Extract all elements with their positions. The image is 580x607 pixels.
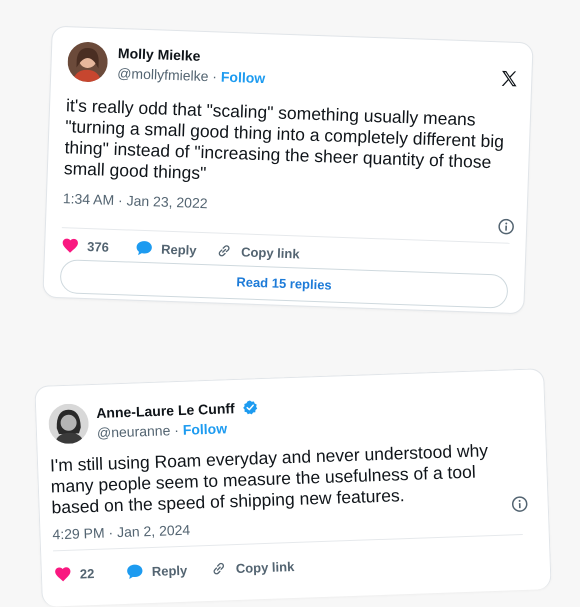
tweet-card-anne-laure: Anne-Laure Le Cunff @neuranne · Follow I… <box>34 368 552 607</box>
reply-bubble-icon <box>127 564 143 580</box>
info-icon[interactable] <box>511 496 528 513</box>
like-button[interactable]: 22 <box>54 565 95 582</box>
follow-button[interactable]: Follow <box>221 69 266 87</box>
x-logo-icon[interactable] <box>499 68 520 89</box>
author-name-row: Anne-Laure Le Cunff <box>96 399 259 424</box>
like-count: 376 <box>86 238 110 255</box>
avatar[interactable] <box>47 403 90 445</box>
tweet-text: it's really odd that "scaling" something… <box>64 95 527 195</box>
reply-button[interactable]: Reply <box>126 562 188 580</box>
author-name[interactable]: Anne-Laure Le Cunff <box>96 400 235 421</box>
heart-icon <box>55 567 71 582</box>
copy-link-label: Copy link <box>235 558 295 576</box>
copy-link-button[interactable]: Copy link <box>215 243 300 262</box>
author-name[interactable]: Molly Mielke <box>118 45 201 64</box>
tweet-card-molly: Molly Mielke @mollyfmielke · Follow it's… <box>42 25 534 315</box>
like-button[interactable]: 376 <box>61 237 109 255</box>
handle-row: @neuranne · Follow <box>97 420 228 441</box>
avatar[interactable] <box>66 41 109 83</box>
reply-label: Reply <box>151 562 188 579</box>
reply-button[interactable]: Reply <box>135 240 197 258</box>
tweet-text: I'm still using Roam everyday and never … <box>50 438 542 518</box>
divider <box>61 227 510 244</box>
timestamp[interactable]: 1:34 AM · Jan 23, 2022 <box>63 190 208 211</box>
copy-link-label: Copy link <box>240 243 300 261</box>
timestamp[interactable]: 4:29 PM · Jan 2, 2024 <box>52 522 190 543</box>
handle-row: @mollyfmielke · Follow <box>117 65 265 86</box>
reply-bubble-icon <box>136 241 152 256</box>
link-icon <box>218 245 230 257</box>
like-count: 22 <box>79 565 95 581</box>
author-handle[interactable]: @neuranne <box>97 422 171 441</box>
info-icon[interactable] <box>498 218 515 235</box>
follow-button[interactable]: Follow <box>182 420 227 438</box>
separator: · <box>212 68 218 85</box>
separator: · <box>173 421 180 439</box>
copy-link-button[interactable]: Copy link <box>210 558 295 577</box>
link-icon <box>213 562 224 575</box>
reply-label: Reply <box>160 241 197 258</box>
heart-icon <box>62 238 78 253</box>
read-replies-button[interactable]: Read 15 replies <box>59 259 509 309</box>
verified-badge-icon <box>242 399 259 419</box>
author-handle[interactable]: @mollyfmielke <box>117 65 209 84</box>
